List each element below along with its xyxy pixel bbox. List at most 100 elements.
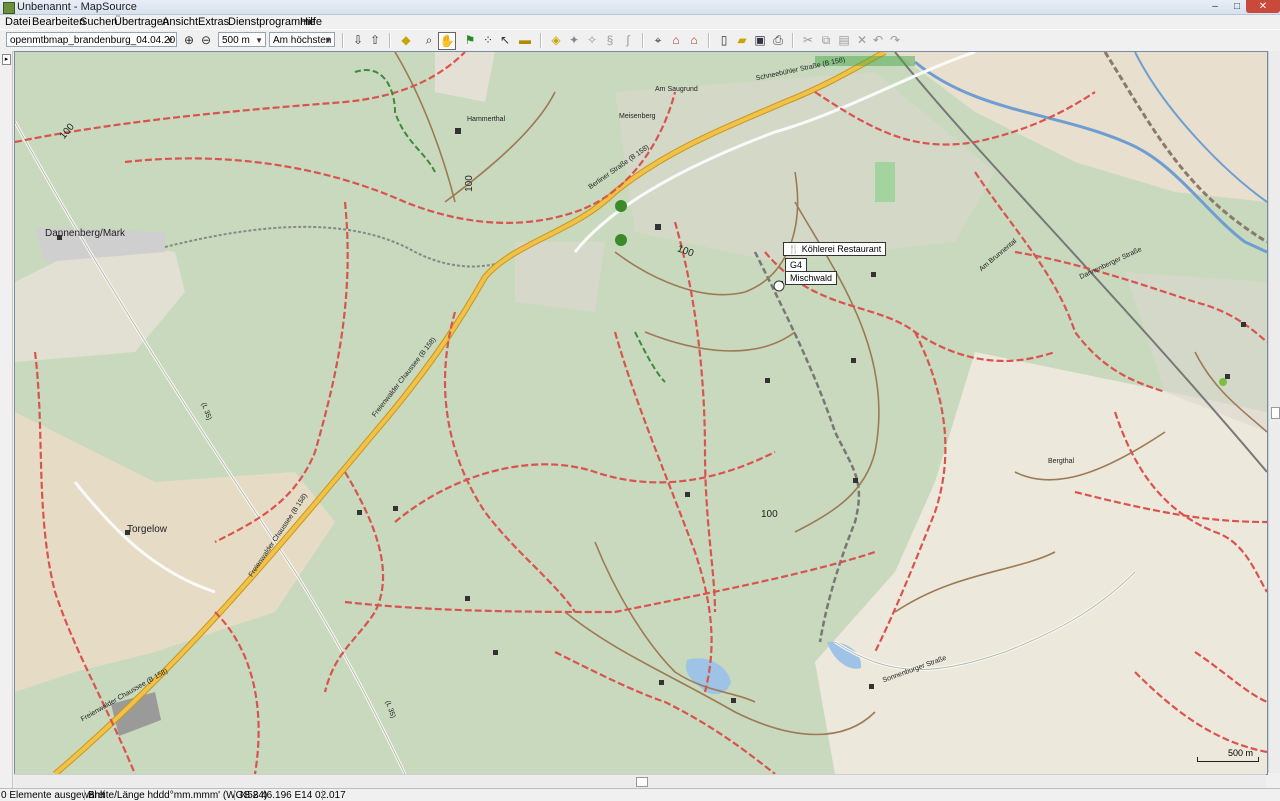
settlement-area <box>515 242 605 312</box>
route-tool-icon[interactable]: ⁘ <box>480 32 496 48</box>
mtb-trail <box>15 52 466 144</box>
delete-icon[interactable]: ✕ <box>854 32 870 48</box>
place-dannenberg: Dannenberg/Mark <box>45 228 126 239</box>
toolbar-separator <box>792 33 794 48</box>
forest-path <box>594 541 756 703</box>
place-hammerthal: Hammerthal <box>467 116 506 123</box>
farmland-area <box>15 412 335 692</box>
waypoint-tool-icon[interactable]: ⚑ <box>462 32 478 48</box>
mtb-trail <box>613 331 713 693</box>
save-icon[interactable]: ▣ <box>752 32 768 48</box>
contour-label: 100 <box>463 175 475 192</box>
zoom-in-icon[interactable]: ⊕ <box>181 32 197 48</box>
maximize-button[interactable]: □ <box>1226 0 1248 13</box>
zoom-tool-icon[interactable]: ⌕ <box>421 32 437 48</box>
zoom-scale-value: 500 m <box>222 35 250 46</box>
mtb-trail <box>214 611 260 774</box>
new-file-icon[interactable]: ▯ <box>716 32 732 48</box>
menu-suchen[interactable]: Suchen <box>80 16 117 28</box>
dropdown-arrow-icon: ▼ <box>166 36 174 45</box>
track-tool-icon[interactable]: ✦ <box>566 32 582 48</box>
open-land-area <box>435 52 495 102</box>
hiking-trail <box>354 69 436 173</box>
mtb-trail <box>344 550 876 614</box>
expand-panel-icon[interactable]: ▸ <box>2 54 11 65</box>
map-product-select[interactable]: openmtbmap_brandenburg_04.04.2013 ▼ <box>6 32 177 47</box>
open-land-area <box>815 352 1267 774</box>
toolbar-separator <box>642 33 644 48</box>
zoom-scale-select[interactable]: 500 m ▼ <box>218 32 266 47</box>
minimize-button[interactable]: – <box>1204 0 1226 13</box>
place-torgelow: Torgelow <box>127 524 168 535</box>
map-view[interactable]: Dannenberg/Mark Torgelow Hammerthal Meis… <box>14 51 1268 775</box>
forest-path <box>644 331 796 352</box>
grey-track <box>164 225 506 268</box>
find-nearby-icon[interactable]: ⌂ <box>686 32 702 48</box>
scale-bar: 500 m <box>1197 748 1259 762</box>
scale-bar-label: 500 m <box>1227 748 1253 758</box>
road-label: Am Saugrund <box>655 86 698 93</box>
toolbar-separator <box>342 33 344 48</box>
find-places-icon[interactable]: ⌂ <box>668 32 684 48</box>
hiking-trail <box>634 331 666 383</box>
horizontal-scrollbar[interactable] <box>14 774 1266 788</box>
poi-tooltip-title: 🍴 Köhlerei Restaurant <box>783 242 887 256</box>
menu-ansicht[interactable]: Ansicht <box>162 16 198 28</box>
open-land-area <box>15 242 185 362</box>
distance-tool-icon[interactable]: ▬ <box>517 32 533 48</box>
contour-label: 100 <box>761 509 778 520</box>
dropdown-arrow-icon: ▼ <box>255 36 263 45</box>
sports-pitch-icon <box>615 234 627 246</box>
park-area <box>875 162 895 202</box>
mtb-trail <box>394 451 776 523</box>
mapsource-app-icon <box>3 2 15 14</box>
mtb-trail <box>124 91 677 224</box>
toolbar-separator <box>540 33 542 48</box>
menu-extras[interactable]: Extras <box>198 16 229 28</box>
selection-tool-icon[interactable]: ↖ <box>497 32 513 48</box>
redo-icon[interactable]: ↷ <box>887 32 903 48</box>
toolbar-separator <box>389 33 391 48</box>
poi-tooltip-grid: G4 <box>785 258 808 272</box>
join-track-icon[interactable]: ∫ <box>620 32 636 48</box>
hand-tool-icon[interactable]: ✋ <box>438 32 456 50</box>
mtb-trail <box>764 251 1056 363</box>
detail-level-select[interactable]: Am höchsten ▼ <box>269 32 335 47</box>
dropdown-arrow-icon: ▼ <box>324 36 332 45</box>
send-to-device-icon[interactable]: ⇧ <box>367 32 383 48</box>
undo-icon[interactable]: ↶ <box>870 32 886 48</box>
split-track-icon[interactable]: § <box>602 32 618 48</box>
menu-bearbeiten[interactable]: Bearbeiten <box>32 16 85 28</box>
title-bar: Unbenannt - MapSource – □ ✕ <box>0 0 1280 15</box>
mtb-trail <box>323 471 385 693</box>
poi-icon <box>1219 378 1227 386</box>
status-divider <box>84 790 85 800</box>
menu-hilfe[interactable]: Hilfe <box>300 16 322 28</box>
horizontal-scroll-thumb[interactable] <box>636 777 648 787</box>
close-button[interactable]: ✕ <box>1246 0 1280 13</box>
copy-icon[interactable]: ⧉ <box>818 32 834 48</box>
place-meisenberg: Meisenberg <box>619 113 656 120</box>
cursor-coordinates: N52 46.196 E14 02.017 <box>240 790 346 801</box>
vertical-scrollbar[interactable] <box>1268 51 1280 773</box>
erase-tool-icon[interactable]: ✧ <box>584 32 600 48</box>
status-divider <box>322 790 323 800</box>
window-title: Unbenannt - MapSource <box>17 1 137 13</box>
menu-uebertragen[interactable]: Übertragen <box>114 16 169 28</box>
print-icon[interactable]: ⎙ <box>770 32 786 48</box>
zoom-out-icon[interactable]: ⊖ <box>198 32 214 48</box>
forest-path <box>444 91 556 203</box>
find-icon[interactable]: ⌖ <box>650 32 666 48</box>
map-tool-icon[interactable]: ◆ <box>398 32 414 48</box>
vertical-scroll-thumb[interactable] <box>1271 407 1280 419</box>
paste-icon[interactable]: ▤ <box>836 32 852 48</box>
map-product-value: openmtbmap_brandenburg_04.04.2013 <box>10 35 177 46</box>
open-file-icon[interactable]: ▰ <box>734 32 750 48</box>
select-maps-icon[interactable]: ◈ <box>548 32 564 48</box>
receive-from-device-icon[interactable]: ⇩ <box>350 32 366 48</box>
cut-icon[interactable]: ✂ <box>800 32 816 48</box>
menu-datei[interactable]: Datei <box>5 16 31 28</box>
mtb-trail <box>554 651 776 774</box>
toolbar-separator <box>708 33 710 48</box>
grey-track <box>753 251 861 643</box>
